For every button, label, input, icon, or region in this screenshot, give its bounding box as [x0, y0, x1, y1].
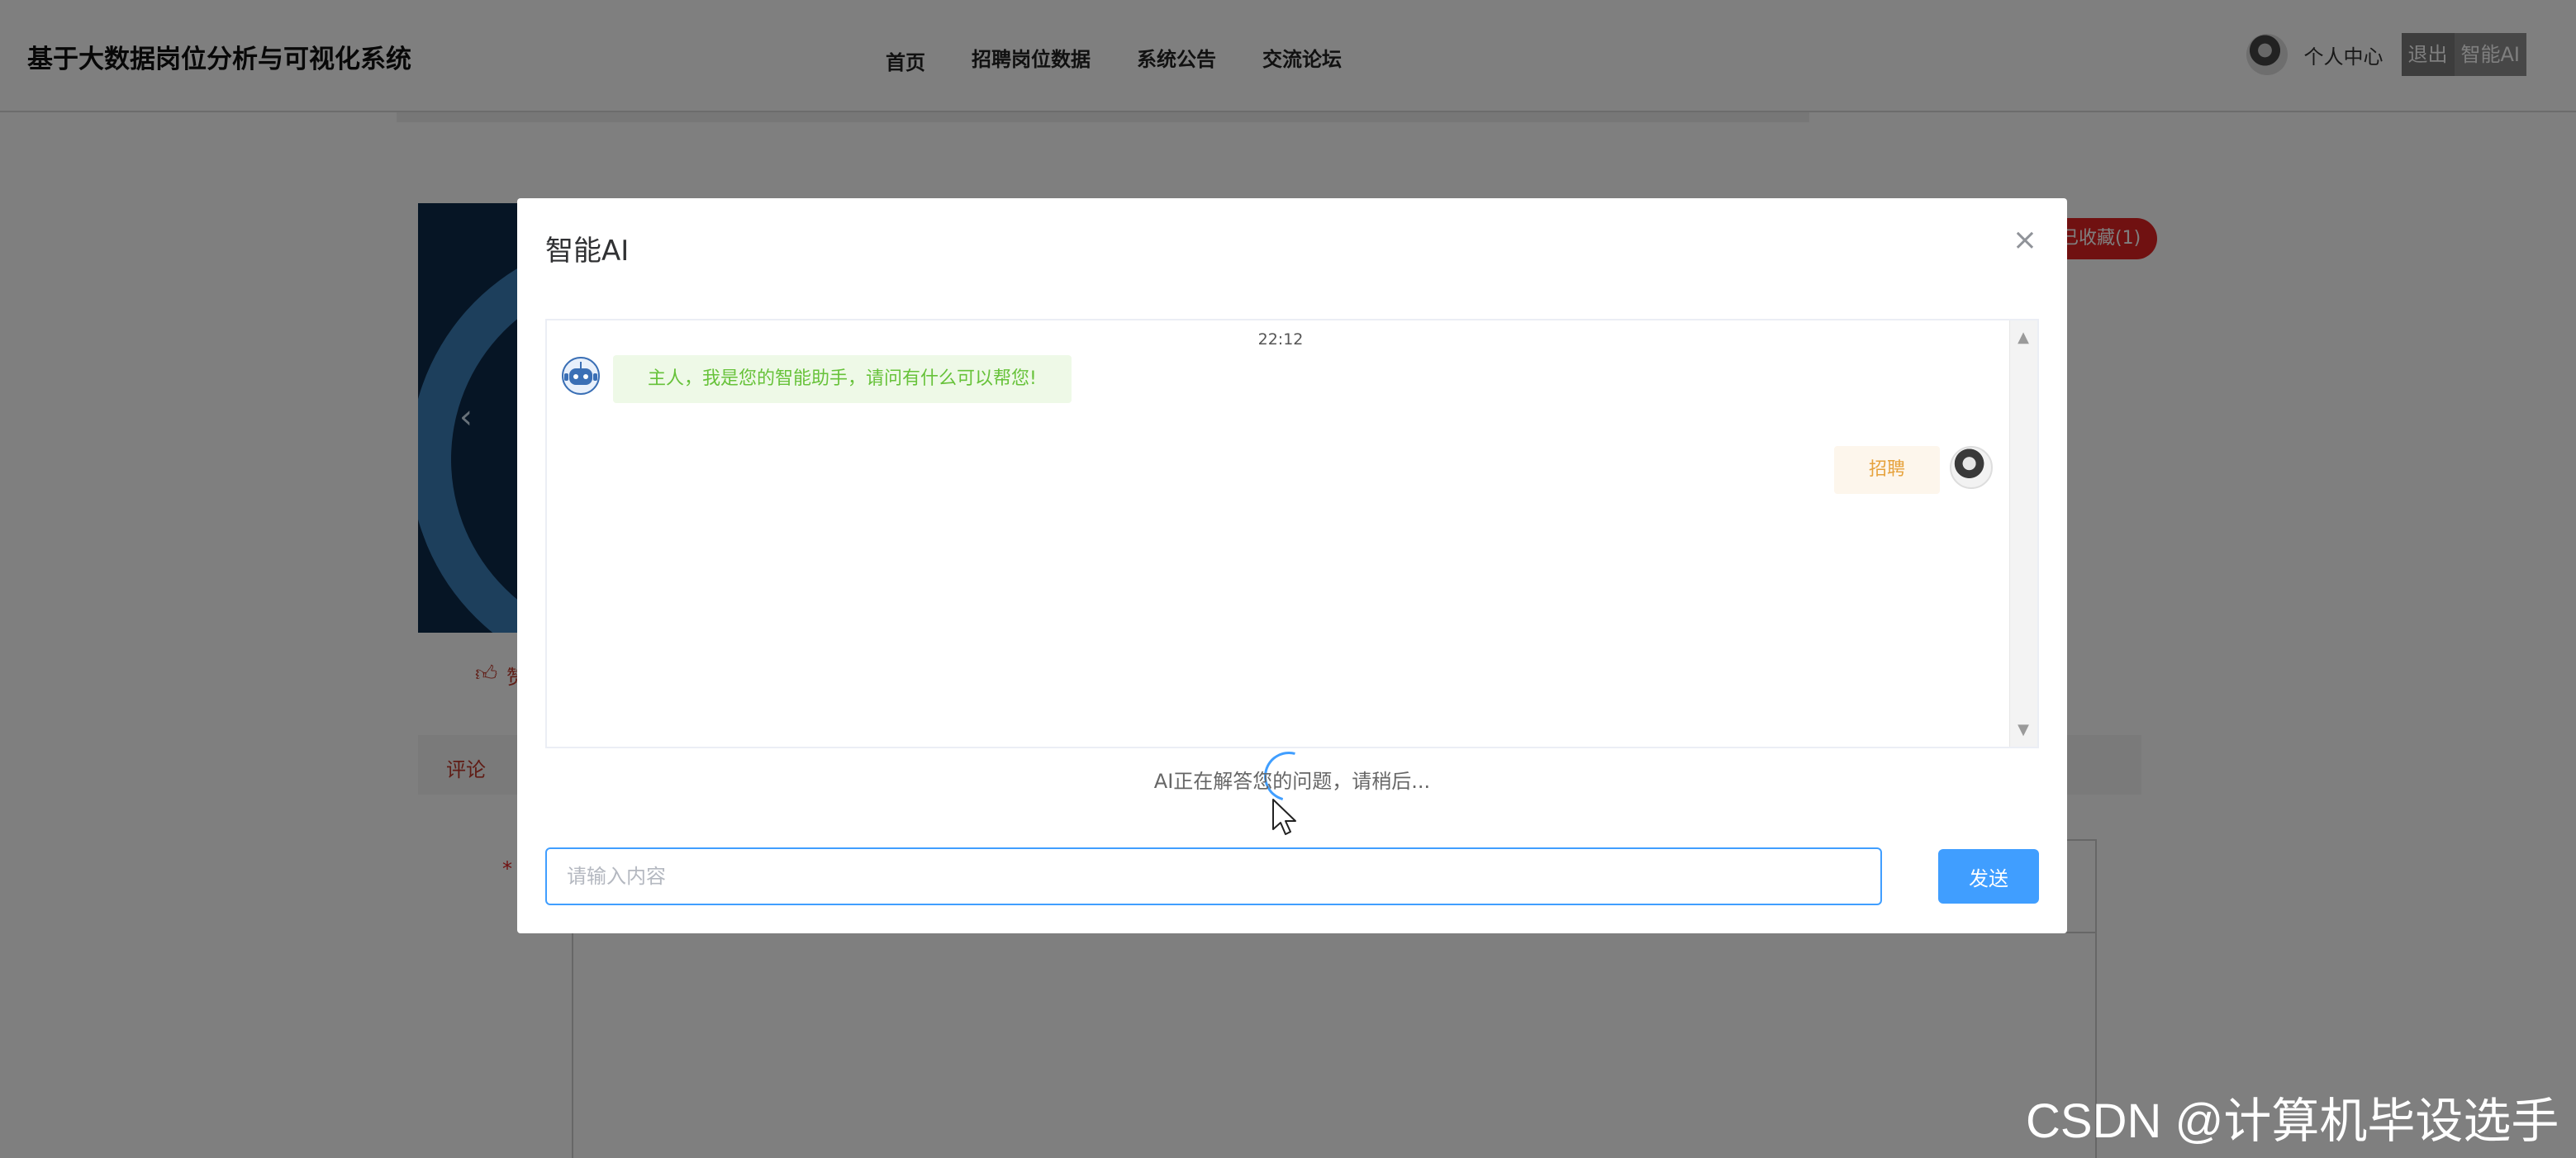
- scroll-down-icon[interactable]: ▼: [2018, 721, 2029, 738]
- user-message: 招聘: [1833, 446, 1940, 494]
- watermark: CSDN @计算机毕设选手: [2026, 1094, 2559, 1148]
- scroll-up-icon[interactable]: ▲: [2018, 329, 2029, 346]
- dialog-title: 智能AI: [545, 235, 630, 268]
- bot-message: 主人，我是您的智能助手，请问有什么可以帮您!: [613, 355, 1072, 403]
- send-button[interactable]: 发送: [1938, 849, 2039, 904]
- chat-panel: 22:12 主人，我是您的智能助手，请问有什么可以帮您! 招聘 ▲ ▼: [545, 319, 2039, 748]
- smart-ai-dialog: 智能AI × 22:12 主人，我是您的智能助手，请问有什么可以帮您! 招聘 ▲…: [517, 198, 2067, 933]
- chat-timestamp: 22:12: [1257, 330, 1304, 349]
- close-icon[interactable]: ×: [2013, 223, 2037, 257]
- chat-scrollbar[interactable]: ▲ ▼: [2009, 320, 2037, 747]
- robot-icon: [562, 357, 600, 395]
- mouse-cursor-icon: [1272, 799, 1296, 835]
- loading-status: AI正在解答您的问题，请稍后...: [1153, 770, 1431, 793]
- chat-input[interactable]: [545, 847, 1882, 905]
- chat-user-avatar: [1950, 446, 1993, 489]
